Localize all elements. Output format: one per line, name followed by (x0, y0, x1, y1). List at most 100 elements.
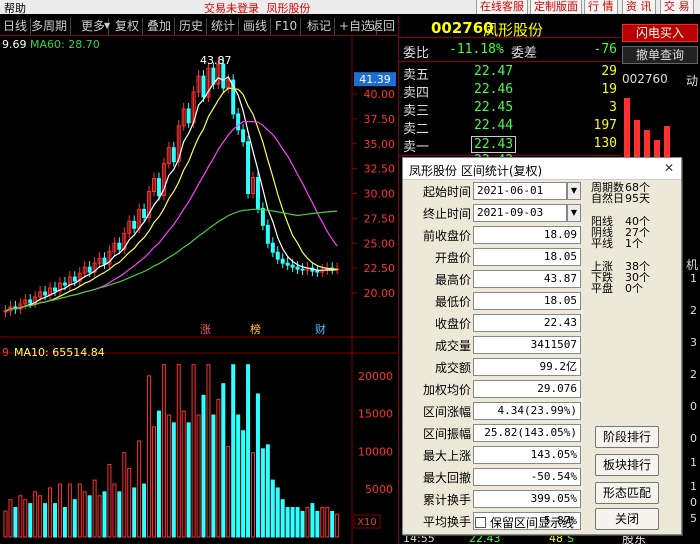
field-label: 区间振幅 (422, 427, 471, 441)
volume-bar (295, 507, 300, 538)
end-date-field[interactable]: 终止时间 2021-09-03 ▼ (403, 204, 583, 222)
toolbar-daily[interactable]: 日线 (0, 18, 32, 35)
login-status: 交易未登录 凤形股份 (204, 0, 311, 16)
flash-buy-button[interactable]: 闪电买入 (622, 24, 698, 42)
stage-ranking-button[interactable]: 阶段排行 (595, 426, 659, 448)
news-tab[interactable]: 资 讯 (622, 0, 656, 14)
menu-help[interactable]: 帮助 (4, 0, 26, 16)
cancel-query-button[interactable]: 撤单查询 (622, 46, 698, 64)
close-button[interactable]: 关闭 (595, 508, 659, 530)
close-value: 22.43 (473, 314, 581, 332)
volume-bar (38, 495, 43, 538)
volume-bar (82, 491, 87, 538)
volume-bar (23, 499, 28, 538)
trade-tab[interactable]: 交 易 (660, 0, 694, 14)
weibi-row: 委比 -11.18% 委差 -76 (399, 42, 621, 61)
volume-bar (226, 445, 231, 538)
toolbar-mark[interactable]: 标记 (304, 18, 336, 35)
end-date-select[interactable]: 2021-09-03 (473, 204, 567, 222)
volume-bar (18, 495, 23, 538)
kline-chart-area[interactable]: 9.69 MA60: 28.70 9 MA10: 65514.84 40.00 37.50… (0, 37, 398, 544)
volume-marker: 3 (690, 336, 697, 349)
volume-marker: 2 (690, 304, 697, 317)
candle-body (43, 291, 48, 296)
ma10-line (5, 87, 338, 312)
volume-bar (67, 483, 72, 538)
ask-row[interactable]: 卖四 22.46 19 (399, 82, 621, 101)
field-label: 平均换手 (422, 515, 471, 529)
volume-bar (147, 375, 152, 538)
candle-body (62, 282, 67, 286)
online-service-button[interactable]: 在线客服 (476, 0, 528, 14)
candle-body (142, 208, 147, 218)
sector-ranking-button[interactable]: 板块排行 (595, 454, 659, 476)
volume-bar (156, 410, 161, 538)
volume-bar (107, 463, 112, 538)
toolbar-fuquan[interactable]: 复权 (112, 18, 144, 35)
ma60-label: MA60: 28.70 (30, 38, 100, 51)
toolbar-overlay[interactable]: 叠加 (144, 18, 176, 35)
stat-row: 区间涨幅 4.34(23.99%) (403, 402, 583, 420)
volume-tick-label: 10000 (358, 445, 393, 458)
stat-label: 平线 (591, 237, 613, 250)
dialog-titlebar[interactable]: 凤形股份 区间统计(复权) ✕ (403, 158, 681, 180)
candle-body (72, 276, 77, 282)
ask-volume: 19 (601, 82, 617, 97)
stat-row: 成交量 3411507 (403, 336, 583, 354)
keep-range-checkbox[interactable]: 保留区间显示线 (475, 514, 574, 531)
volume-bar (142, 483, 147, 538)
max-drawdown-value: -50.54% (473, 468, 581, 486)
pattern-match-button[interactable]: 形态匹配 (595, 482, 659, 504)
ask-volume: 3 (609, 100, 617, 115)
volume-bar (97, 495, 102, 538)
volume-bar (92, 479, 97, 538)
price-tick-label: 40.00 (364, 88, 396, 101)
start-date-field[interactable]: 起始时间 2021-06-01 ▼ (403, 182, 583, 200)
field-label: 加权均价 (422, 383, 471, 397)
weibi-label: 委比 (403, 46, 430, 61)
custom-layout-button[interactable]: 定制版面 (530, 0, 582, 14)
field-label: 起始时间 (422, 185, 471, 199)
chevron-down-icon[interactable]: ▼ (567, 182, 581, 200)
ask-row[interactable]: 卖一 22.43 130 (399, 136, 621, 155)
flat-line-count: 平线 1个 (591, 238, 643, 249)
prev-close-value: 18.09 (473, 226, 581, 244)
toolbar-multi-period[interactable]: 多周期 (28, 18, 72, 35)
more-dropdown-icon[interactable]: ▼ (104, 21, 110, 30)
quote-tab[interactable]: 行 情 (584, 0, 618, 14)
volume-bar (191, 364, 196, 538)
volume-bar (285, 507, 290, 538)
ask-row[interactable]: 卖二 22.44 197 (399, 118, 621, 137)
volume-bar (280, 499, 285, 538)
volume-marker: 5 (690, 512, 697, 525)
peak-price-label: 43.87 (200, 54, 232, 67)
stat-row: 最大上涨 143.05% (403, 446, 583, 464)
volume-bar (117, 491, 122, 538)
kline-chart-svg[interactable]: 9.69 MA60: 28.70 9 MA10: 65514.84 40.00 37.50… (0, 37, 398, 544)
price-tick-label: 37.50 (364, 113, 396, 126)
price-tick-label: 20.00 (364, 287, 396, 300)
candle-body (270, 242, 275, 253)
toolbar-back[interactable]: 返回 (368, 18, 398, 35)
start-date-select[interactable]: 2021-06-01 (473, 182, 567, 200)
field-label: 最高价 (434, 273, 471, 287)
toolbar-stats[interactable]: 统计 (208, 18, 240, 35)
volume-bar (77, 483, 82, 538)
chevron-down-icon[interactable]: ▼ (567, 204, 581, 222)
amount-value: 99.2亿 (473, 358, 581, 376)
candle-body (295, 266, 300, 270)
stat-label: 平盘 (591, 282, 613, 295)
checkbox-box[interactable] (475, 517, 486, 528)
toolbar-draw[interactable]: 画线 (240, 18, 272, 35)
volume-marker: 2 (690, 368, 697, 381)
open-value: 18.05 (473, 248, 581, 266)
price-tick-label: 32.50 (364, 163, 396, 176)
ask-price-highlight: 22.43 (471, 136, 517, 153)
close-icon[interactable]: ✕ (661, 161, 677, 177)
ask-row[interactable]: 卖五 22.47 29 (399, 64, 621, 83)
toolbar-f10[interactable]: F10 (272, 18, 302, 35)
ask-row[interactable]: 卖三 22.45 3 (399, 100, 621, 119)
volume-marker: 1 (690, 480, 697, 493)
toolbar-history[interactable]: 历史 (176, 18, 208, 35)
price-tick-label: 35.00 (364, 138, 396, 151)
